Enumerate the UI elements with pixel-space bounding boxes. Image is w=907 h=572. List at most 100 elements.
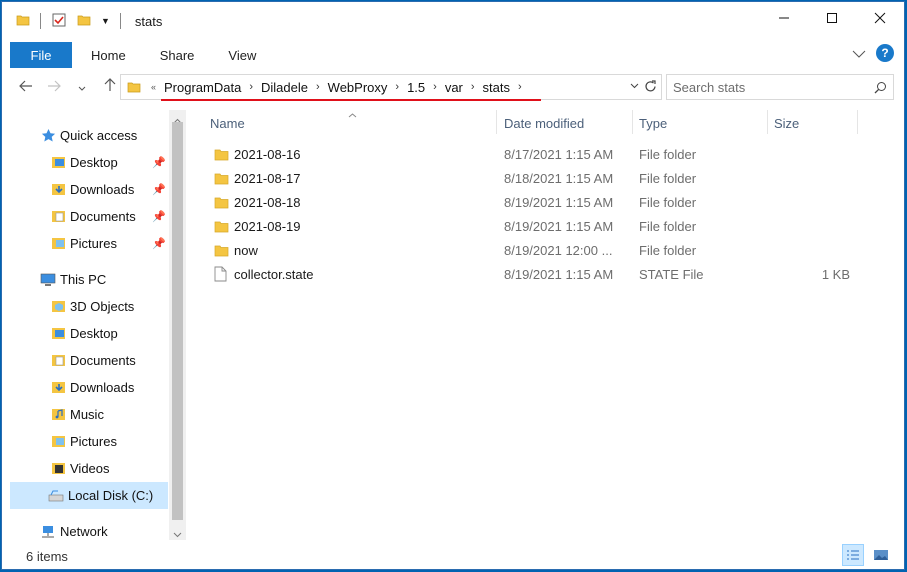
address-dropdown-icon[interactable] <box>630 83 639 89</box>
sidebar-item-label: Local Disk (C:) <box>68 488 154 503</box>
column-divider[interactable] <box>767 110 768 134</box>
sidebar-item-pc-documents[interactable]: Documents <box>50 347 166 374</box>
column-divider[interactable] <box>857 110 858 134</box>
file-type: STATE File <box>639 266 704 282</box>
chevron-right-icon[interactable]: › <box>433 81 437 93</box>
up-arrow-icon[interactable] <box>98 78 122 96</box>
table-row[interactable]: now 8/19/2021 12:00 ... File folder <box>202 238 892 262</box>
file-type: File folder <box>639 146 697 162</box>
column-header-name[interactable]: Name <box>210 110 496 136</box>
address-bar[interactable]: « ProgramData › Diladele › WebProxy › 1.… <box>120 74 662 101</box>
pin-icon[interactable]: 📌 <box>152 183 166 196</box>
table-row[interactable]: collector.state 8/19/2021 1:15 AM STATE Fi… <box>202 262 892 286</box>
sidebar-item-documents[interactable]: Documents 📌 <box>50 203 166 230</box>
sidebar-item-quick-access[interactable]: Quick access <box>40 122 160 149</box>
computer-icon <box>40 272 56 288</box>
tab-view[interactable]: View <box>211 48 273 63</box>
sidebar-item-pc-pictures[interactable]: Pictures <box>50 428 166 455</box>
large-icons-view-button[interactable] <box>870 544 892 566</box>
sidebar-item-this-pc[interactable]: This PC <box>40 266 160 293</box>
table-row[interactable]: 2021-08-17 8/18/2021 1:15 AM File folder <box>202 166 892 190</box>
chevron-right-icon[interactable]: › <box>249 81 253 93</box>
scroll-thumb[interactable] <box>172 122 183 520</box>
breadcrumb-item[interactable]: var <box>445 80 463 95</box>
navpane-scrollbar[interactable] <box>169 110 186 540</box>
sidebar-item-videos[interactable]: Videos <box>50 455 166 482</box>
table-row[interactable]: 2021-08-18 8/19/2021 1:15 AM File folder <box>202 190 892 214</box>
qat-separator <box>119 13 121 29</box>
navigation-bar: « ProgramData › Diladele › WebProxy › 1.… <box>2 72 904 102</box>
properties-icon[interactable] <box>51 12 67 31</box>
column-header-size[interactable]: Size <box>774 110 856 136</box>
sidebar-item-label: 3D Objects <box>70 299 135 314</box>
pin-icon[interactable]: 📌 <box>152 156 166 169</box>
sidebar-item-local-disk[interactable]: Local Disk (C:) <box>10 482 168 509</box>
search-box[interactable]: Search stats <box>666 74 894 100</box>
sidebar-item-music[interactable]: Music <box>50 401 166 428</box>
sidebar-item-label: Network <box>60 524 108 538</box>
sidebar-item-pc-downloads[interactable]: Downloads <box>50 374 166 401</box>
tab-home[interactable]: Home <box>74 48 143 63</box>
sidebar-item-3d-objects[interactable]: 3D Objects <box>50 293 166 320</box>
chevron-right-icon[interactable]: › <box>316 81 320 93</box>
close-button[interactable] <box>856 2 904 34</box>
breadcrumb: ProgramData › Diladele › WebProxy › 1.5 … <box>164 80 530 95</box>
customize-toolbar-icon[interactable]: ▼ <box>101 16 110 26</box>
back-arrow-icon[interactable] <box>14 79 38 96</box>
column-header-date[interactable]: Date modified <box>504 110 634 136</box>
file-date-modified: 8/18/2021 1:15 AM <box>504 170 614 186</box>
expand-ribbon-icon[interactable] <box>852 46 866 61</box>
breadcrumb-overflow[interactable]: « <box>151 82 156 92</box>
column-divider[interactable] <box>496 110 497 134</box>
details-view-button[interactable] <box>842 544 864 566</box>
file-type: File folder <box>639 170 697 186</box>
documents-folder-icon <box>50 353 66 369</box>
sidebar-item-label: Videos <box>70 461 110 476</box>
search-input[interactable]: Search stats <box>673 80 745 95</box>
chevron-right-icon[interactable]: › <box>395 81 399 93</box>
sidebar-item-network[interactable]: Network <box>40 518 160 538</box>
recent-locations-chevron-icon[interactable] <box>70 79 94 96</box>
tab-share[interactable]: Share <box>143 48 212 63</box>
scroll-down-icon[interactable] <box>173 526 182 541</box>
help-icon[interactable]: ? <box>876 44 894 62</box>
file-type: File folder <box>639 194 697 210</box>
minimize-button[interactable] <box>760 2 808 34</box>
column-divider[interactable] <box>632 110 633 134</box>
breadcrumb-item[interactable]: stats <box>483 80 510 95</box>
sidebar-item-pictures[interactable]: Pictures 📌 <box>50 230 166 257</box>
file-name: 2021-08-18 <box>234 194 301 210</box>
file-name: 2021-08-17 <box>234 170 301 186</box>
pin-icon[interactable]: 📌 <box>152 210 166 223</box>
sidebar-item-label: Quick access <box>60 128 138 143</box>
breadcrumb-item[interactable]: 1.5 <box>407 80 425 95</box>
chevron-right-icon[interactable]: › <box>518 81 522 93</box>
sidebar-item-label: Pictures <box>70 236 117 251</box>
sort-ascending-icon <box>348 106 357 121</box>
pin-icon[interactable]: 📌 <box>152 237 166 250</box>
chevron-right-icon[interactable]: › <box>471 81 475 93</box>
table-row[interactable]: 2021-08-16 8/17/2021 1:15 AM File folder <box>202 142 892 166</box>
folder-icon <box>214 166 229 190</box>
quick-access-toolbar: ▼ stats <box>2 2 162 40</box>
folder-icon <box>127 80 141 94</box>
breadcrumb-item[interactable]: ProgramData <box>164 80 241 95</box>
new-folder-icon[interactable] <box>77 13 91 30</box>
sidebar-item-downloads[interactable]: Downloads 📌 <box>50 176 166 203</box>
explorer-window: ▼ stats File Home Share View ? « Program… <box>1 1 905 570</box>
window-controls <box>760 2 904 34</box>
column-date-label: Date modified <box>504 115 585 131</box>
file-size <box>774 142 850 166</box>
forward-arrow-icon[interactable] <box>42 79 66 96</box>
maximize-button[interactable] <box>808 2 856 34</box>
column-header-type[interactable]: Type <box>639 110 767 136</box>
column-type-label: Type <box>639 115 668 131</box>
breadcrumb-item[interactable]: Diladele <box>261 80 308 95</box>
sidebar-item-pc-desktop[interactable]: Desktop <box>50 320 166 347</box>
refresh-icon[interactable] <box>644 80 657 93</box>
breadcrumb-item[interactable]: WebProxy <box>328 80 388 95</box>
tab-file[interactable]: File <box>10 42 72 68</box>
file-name: 2021-08-19 <box>234 218 301 234</box>
table-row[interactable]: 2021-08-19 8/19/2021 1:15 AM File folder <box>202 214 892 238</box>
sidebar-item-desktop[interactable]: Desktop 📌 <box>50 149 166 176</box>
